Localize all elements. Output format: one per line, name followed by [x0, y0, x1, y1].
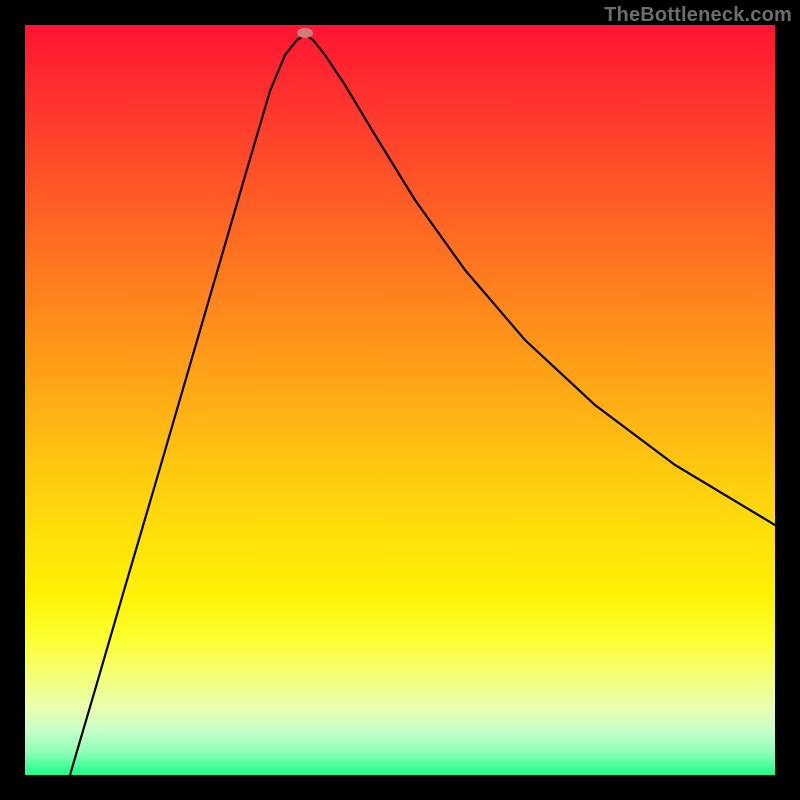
watermark-text: TheBottleneck.com	[604, 4, 792, 27]
plot-area	[25, 25, 775, 775]
optimum-marker	[297, 28, 313, 38]
curve-layer	[25, 25, 775, 775]
chart-frame: TheBottleneck.com	[0, 0, 800, 800]
bottleneck-curve	[70, 35, 775, 775]
